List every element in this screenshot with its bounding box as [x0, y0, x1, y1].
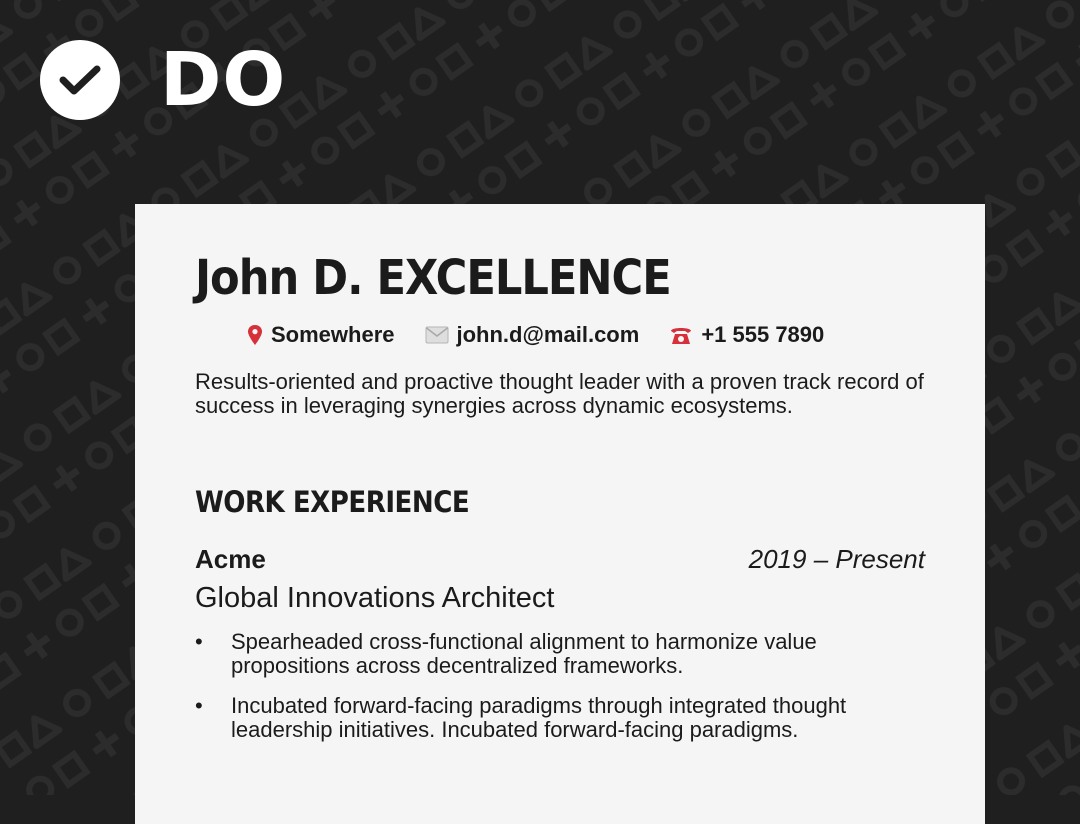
- list-item: • Incubated forward-facing paradigms thr…: [195, 694, 915, 742]
- contact-phone-text: +1 555 7890: [701, 322, 825, 347]
- job-dates: 2019 – Present: [748, 544, 925, 574]
- list-item: • Spearheaded cross-functional alignment…: [195, 630, 915, 678]
- section-title-work-experience: WORK EXPERIENCE: [195, 485, 470, 519]
- contact-email-text: john.d@mail.com: [456, 322, 640, 347]
- resume-document: John D. EXCELLENCE Somewhere john.d@mail…: [135, 204, 985, 824]
- job-title: Global Innovations Architect: [195, 582, 555, 614]
- bullet-dot: •: [195, 693, 203, 718]
- location-pin-icon: [247, 324, 263, 346]
- contact-email: john.d@mail.com: [425, 322, 640, 348]
- telephone-icon: [669, 324, 693, 346]
- job-bullets: • Spearheaded cross-functional alignment…: [195, 630, 915, 758]
- contact-location-text: Somewhere: [271, 322, 395, 347]
- bullet-dot: •: [195, 629, 203, 654]
- check-circle-icon: [40, 40, 120, 120]
- job-header: Acme 2019 – Present: [195, 542, 925, 576]
- do-badge: DO: [40, 40, 286, 120]
- envelope-icon: [425, 326, 449, 344]
- summary-text: Results-oriented and proactive thought l…: [195, 369, 924, 418]
- contact-row: Somewhere john.d@mail.com +1 555 7890: [247, 322, 824, 348]
- company-name: Acme: [195, 544, 266, 574]
- contact-location: Somewhere: [247, 322, 395, 348]
- bullet-text: Spearheaded cross-functional alignment t…: [231, 629, 817, 678]
- candidate-name: John D. EXCELLENCE: [195, 250, 672, 306]
- contact-phone: +1 555 7890: [669, 322, 824, 348]
- badge-label: DO: [160, 37, 287, 123]
- bullet-text: Incubated forward-facing paradigms throu…: [231, 693, 847, 742]
